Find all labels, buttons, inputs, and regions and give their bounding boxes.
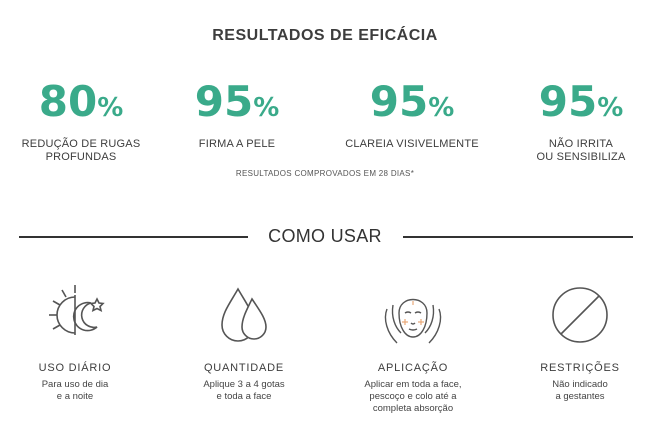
usage-restrictions: RESTRIÇÕES Não indicado a gestantes [505,283,650,402]
stat-value: 95% [369,77,455,126]
stat-value: 95% [194,77,280,126]
divider-right [403,236,633,238]
usage-title: COMO USAR [268,226,382,246]
usage-item-title: USO DIÁRIO [38,362,112,374]
stat-value: 80% [38,77,124,126]
stat-description: NÃO IRRITA OU SENSIBILIZA [536,138,626,163]
usage-quantity: QUANTIDADE Aplique 3 a 4 gotas e toda a f… [169,283,319,402]
usage-application: APLICAÇÃO Aplicar em toda a face, pescoço… [338,283,488,414]
stat-brightening: 95% CLAREIA VISIVELMENTE [337,80,487,151]
usage-item-description: Não indicado a gestantes [552,379,608,402]
stat-wrinkles: 80% REDUÇÃO DE RUGAS PROFUNDAS [6,80,156,164]
usage-daily: USO DIÁRIO Para uso de dia e a noite [0,283,150,402]
results-footnote: RESULTADOS COMPROVADOS EM 28 DIAS* [235,169,415,178]
prohibited-icon [552,287,608,343]
stat-description: FIRMA A PELE [198,138,276,150]
drops-icon [221,287,267,342]
usage-item-title: APLICAÇÃO [377,362,449,374]
usage-item-title: RESTRIÇÕES [540,362,620,374]
stat-description: CLAREIA VISIVELMENTE [345,138,479,150]
stat-non-irritating: 95% NÃO IRRITA OU SENSIBILIZA [506,80,650,164]
divider-left [19,236,248,238]
stat-description: REDUÇÃO DE RUGAS PROFUNDAS [21,138,141,163]
face-hands-icon [384,298,442,344]
stat-value: 95% [538,77,624,126]
usage-item-description: Aplique 3 a 4 gotas e toda a face [203,379,285,402]
results-title: RESULTADOS DE EFICÁCIA [212,27,438,44]
sun-moon-icon [49,285,105,335]
usage-item-description: Aplicar em toda a face, pescoço e colo at… [364,379,462,414]
stat-firmness: 95% FIRMA A PELE [162,80,312,151]
usage-item-description: Para uso de dia e a noite [41,379,109,402]
usage-item-title: QUANTIDADE [203,362,285,374]
